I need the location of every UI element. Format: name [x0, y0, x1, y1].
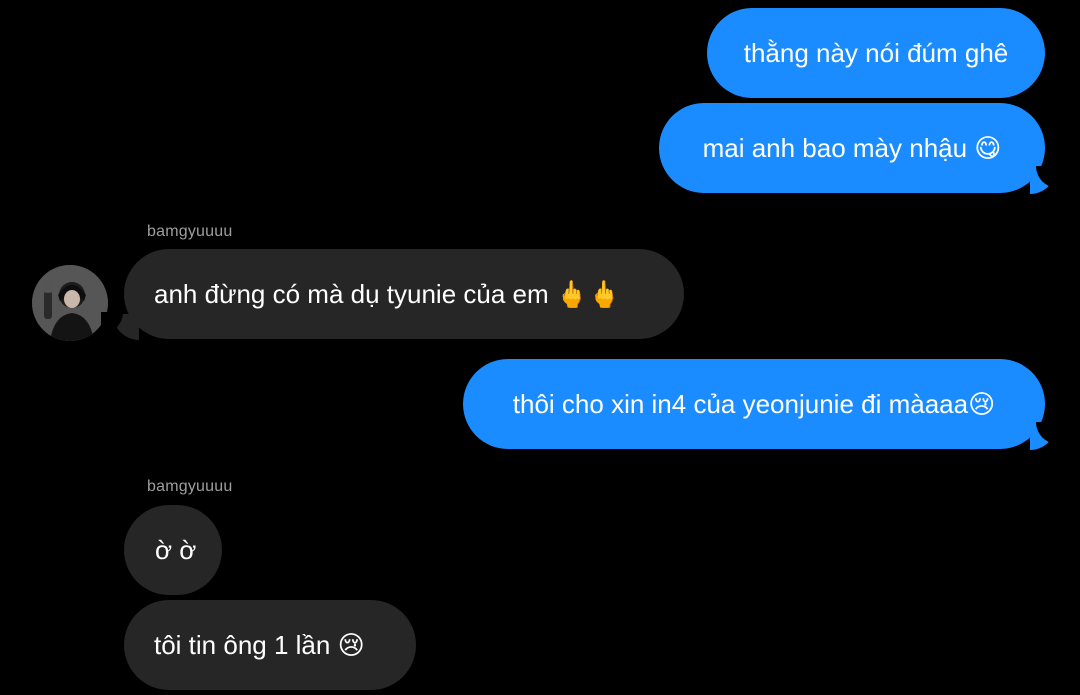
avatar-photo-icon	[32, 265, 108, 341]
chat-thread: thằng này nói đúm ghê mai anh bao mày nh…	[0, 0, 1080, 695]
message-bubble-outgoing[interactable]: mai anh bao mày nhậu 😋	[659, 103, 1045, 193]
message-text: thằng này nói đúm ghê	[743, 38, 1009, 68]
message-bubble-outgoing[interactable]: thôi cho xin in4 của yeonjunie đi màaaa😢	[463, 359, 1045, 449]
message-bubble-incoming[interactable]: ờ ờ	[124, 505, 222, 595]
sender-name: bamgyuuuu	[147, 223, 233, 240]
message-bubble-incoming[interactable]: tôi tin ông 1 lần 😢	[124, 600, 416, 690]
message-text: thôi cho xin in4 của yeonjunie đi màaaa😢	[512, 389, 996, 419]
message-text: mai anh bao mày nhậu 😋	[702, 133, 1002, 163]
message-bubble-incoming[interactable]: anh đừng có mà dụ tyunie của em 🖕🖕	[124, 249, 684, 339]
message-text: ờ ờ	[155, 535, 197, 565]
message-text: anh đừng có mà dụ tyunie của em 🖕🖕	[154, 279, 621, 309]
sender-name: bamgyuuuu	[147, 478, 233, 495]
message-text: tôi tin ông 1 lần 😢	[154, 630, 365, 660]
sender-avatar[interactable]	[32, 265, 108, 341]
message-bubble-outgoing[interactable]: thằng này nói đúm ghê	[707, 8, 1045, 98]
